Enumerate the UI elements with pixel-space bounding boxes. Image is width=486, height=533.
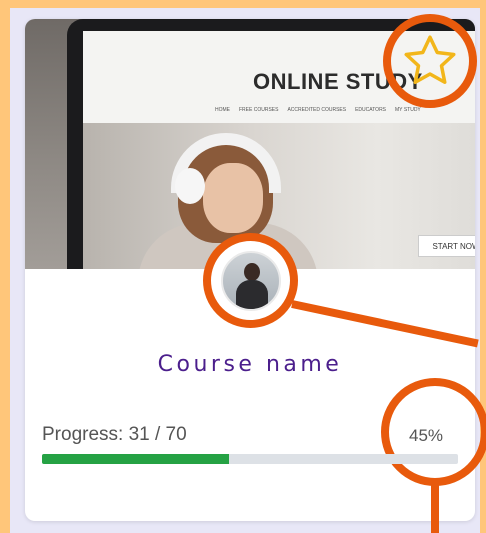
thumbnail-nav-item: FREE COURSES (239, 107, 279, 113)
thumbnail-nav-item: HOME (215, 107, 230, 113)
avatar-head (243, 262, 260, 281)
avatar-body (235, 279, 268, 309)
thumbnail-nav-item: MY STUDY (395, 107, 421, 113)
headphone-ear-cup (175, 168, 205, 204)
instructor-avatar-highlight[interactable] (203, 233, 298, 328)
thumbnail-nav: HOME FREE COURSES ACCREDITED COURSES EDU… (215, 107, 421, 113)
progress-percent: 45% (409, 426, 444, 445)
instructor-avatar (220, 250, 281, 311)
progress-bar (42, 454, 458, 464)
course-title[interactable]: Course name (25, 352, 475, 377)
thumbnail-cta: START NOW (418, 235, 475, 257)
progress-label: Progress: 31 / 70 (42, 424, 187, 445)
star-outline-icon (404, 35, 456, 84)
annotation-connector (431, 484, 439, 533)
favorite-button[interactable] (383, 14, 477, 108)
progress-bar-fill (42, 454, 230, 464)
thumbnail-nav-item: ACCREDITED COURSES (287, 107, 347, 113)
thumbnail-nav-item: EDUCATORS (355, 107, 387, 113)
